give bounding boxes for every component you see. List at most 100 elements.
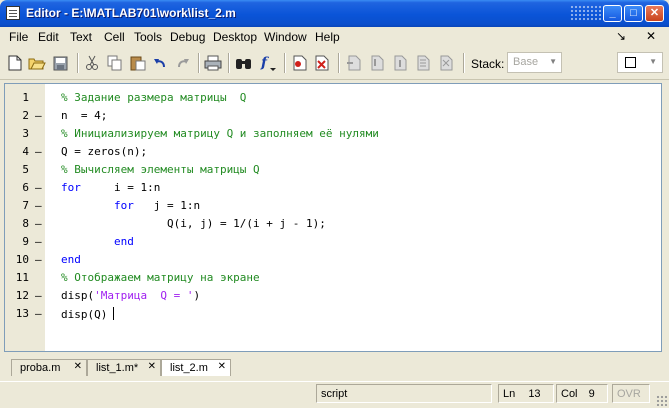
clear-breakpoint-icon[interactable]: [313, 54, 331, 72]
code-text: for i = 1:n: [61, 181, 160, 194]
line-number: 10: [15, 253, 29, 266]
editor-app-icon[interactable]: [6, 6, 20, 20]
menu-window[interactable]: Window: [264, 30, 307, 44]
set-breakpoint-icon[interactable]: [291, 54, 309, 72]
code-line[interactable]: % Задание размера матрицы Q: [45, 88, 663, 106]
code-line[interactable]: disp('Матрица Q = '): [45, 286, 663, 304]
code-line[interactable]: n = 4;: [45, 106, 663, 124]
line-number: 2: [22, 109, 29, 122]
breakpoint-marker[interactable]: –: [35, 235, 42, 248]
code-token-keyword: end: [61, 253, 81, 266]
close-document-button[interactable]: ✕: [646, 29, 656, 43]
breakpoint-marker[interactable]: –: [35, 199, 42, 212]
new-file-icon[interactable]: [6, 54, 24, 72]
stack-dropdown[interactable]: Base ▼: [507, 52, 562, 73]
copy-icon[interactable]: [106, 54, 124, 72]
code-editor[interactable]: % Задание размера матрицы Q n = 4; % Иници…: [4, 83, 662, 352]
code-line[interactable]: for i = 1:n: [45, 178, 663, 196]
menu-debug[interactable]: Debug: [170, 30, 205, 44]
code-line[interactable]: for j = 1:n: [45, 196, 663, 214]
save-icon[interactable]: [51, 54, 69, 72]
open-folder-icon[interactable]: [28, 54, 46, 72]
step-out-icon[interactable]: [391, 54, 409, 72]
breakpoint-marker[interactable]: –: [35, 289, 42, 302]
redo-icon[interactable]: [174, 54, 192, 72]
menu-file[interactable]: File: [9, 30, 28, 44]
tab-list-1[interactable]: list_1.m* ✕: [87, 359, 161, 376]
window-layout-dropdown[interactable]: ▼: [617, 52, 663, 73]
step-in-icon[interactable]: [368, 54, 386, 72]
tab-list-2[interactable]: list_2.m ✕: [161, 359, 231, 376]
print-icon[interactable]: [204, 54, 222, 72]
code-token-keyword: for: [61, 181, 81, 194]
tab-proba[interactable]: proba.m ✕: [11, 359, 87, 376]
code-text: Q = zeros(n);: [61, 145, 147, 158]
chevron-down-icon: ▼: [549, 57, 557, 66]
exit-debug-icon[interactable]: [437, 54, 455, 72]
gutter-line: 6–: [5, 178, 45, 196]
menu-text[interactable]: Text: [70, 30, 92, 44]
cut-icon[interactable]: [83, 54, 101, 72]
toolbar-separator: [463, 53, 464, 73]
breakpoint-marker[interactable]: –: [35, 307, 42, 320]
undock-button[interactable]: ↘: [616, 29, 626, 43]
code-text: end: [61, 253, 81, 266]
breakpoint-marker[interactable]: –: [35, 253, 42, 266]
gutter-line: 13–: [5, 304, 45, 322]
code-token-string: 'Матрица Q = ': [94, 289, 194, 302]
toolbar-separator: [338, 53, 339, 73]
code-area[interactable]: % Задание размера матрицы Q n = 4; % Иници…: [45, 84, 661, 351]
code-line[interactable]: % Вычисляем элементы матрицы Q: [45, 160, 663, 178]
close-icon[interactable]: ✕: [148, 361, 156, 372]
menu-desktop[interactable]: Desktop: [213, 30, 257, 44]
close-icon[interactable]: ✕: [74, 361, 82, 372]
line-number: 9: [22, 235, 29, 248]
minimize-button[interactable]: _: [603, 5, 622, 22]
code-line[interactable]: end: [45, 232, 663, 250]
code-text: disp('Матрица Q = '): [61, 289, 200, 302]
code-text: disp(Q): [61, 307, 115, 321]
gutter-line: 9–: [5, 232, 45, 250]
gutter-line: 1: [5, 88, 45, 106]
step-icon[interactable]: [345, 54, 363, 72]
breakpoint-marker[interactable]: –: [35, 181, 42, 194]
code-token-comment: % Инициализируем матрицу Q и заполняем е…: [61, 127, 379, 140]
code-token-plain: disp(Q): [61, 308, 108, 321]
continue-icon[interactable]: [414, 54, 432, 72]
line-value: 13: [528, 388, 541, 400]
code-line[interactable]: % Отображаем матрицу на экране: [45, 268, 663, 286]
tab-label: list_2.m: [170, 362, 208, 374]
paste-icon[interactable]: [129, 54, 147, 72]
toolbar-separator: [284, 53, 285, 73]
code-line[interactable]: disp(Q): [45, 304, 663, 322]
line-number: 3: [22, 127, 29, 140]
close-button[interactable]: ✕: [645, 5, 664, 22]
undo-icon[interactable]: [151, 54, 169, 72]
chevron-down-icon: ▼: [649, 57, 657, 66]
code-token-plain: Q = zeros(n);: [61, 145, 148, 158]
close-icon[interactable]: ✕: [218, 361, 226, 372]
code-token-plain: n = 4;: [61, 109, 108, 122]
toolbar-separator: [198, 53, 199, 73]
line-number: 7: [22, 199, 29, 212]
code-text: % Задание размера матрицы Q: [61, 91, 246, 104]
resize-grip[interactable]: [656, 395, 667, 406]
breakpoint-marker[interactable]: –: [35, 145, 42, 158]
code-line[interactable]: Q(i, j) = 1/(i + j - 1);: [45, 214, 663, 232]
menu-tools[interactable]: Tools: [134, 30, 162, 44]
toolbar-separator: [228, 53, 229, 73]
maximize-button[interactable]: □: [624, 5, 643, 22]
breakpoint-marker[interactable]: –: [35, 217, 42, 230]
code-line[interactable]: Q = zeros(n);: [45, 142, 663, 160]
menu-cell[interactable]: Cell: [104, 30, 125, 44]
function-icon[interactable]: f: [259, 54, 277, 72]
breakpoint-marker[interactable]: –: [35, 109, 42, 122]
code-line[interactable]: end: [45, 250, 663, 268]
find-icon[interactable]: [235, 54, 253, 72]
status-column: Col 9: [556, 384, 608, 403]
code-line[interactable]: % Инициализируем матрицу Q и заполняем е…: [45, 124, 663, 142]
title-bar[interactable]: Editor - E:\MATLAB701\work\list_2.m _ □ …: [0, 0, 669, 27]
menu-help[interactable]: Help: [315, 30, 340, 44]
menu-edit[interactable]: Edit: [38, 30, 59, 44]
